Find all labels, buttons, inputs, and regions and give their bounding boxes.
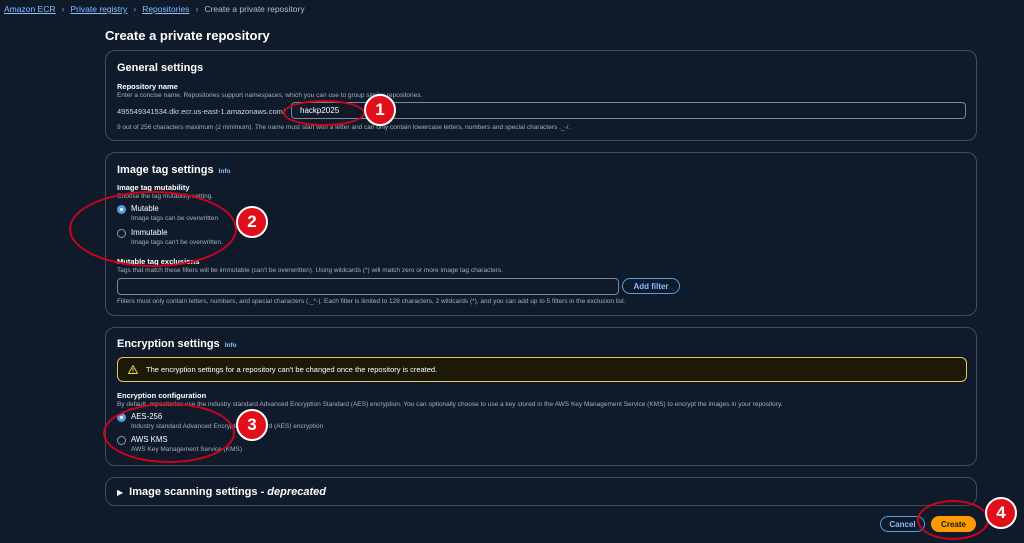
chevron-right-icon: › [195,4,199,14]
annotation-badge-3: 3 [236,409,268,441]
encryption-settings-panel: Encryption settings Info The encryption … [105,327,977,466]
image-tag-info-link[interactable]: Info [219,168,231,175]
tag-exclusions-desc: Tags that match these filters will be im… [117,267,503,274]
encryption-info-link[interactable]: Info [225,342,237,349]
page-title: Create a private repository [105,28,270,43]
encryption-config-label: Encryption configuration [117,391,207,400]
breadcrumb-amazon-ecr[interactable]: Amazon ECR [4,4,56,14]
add-filter-button[interactable]: Add filter [622,278,680,294]
image-scanning-panel[interactable]: ▶ Image scanning settings - deprecated [105,477,977,506]
chevron-right-icon: › [61,4,65,14]
encryption-warning-alert: The encryption settings for a repository… [117,357,967,382]
annotation-ellipse-4 [917,500,989,540]
general-settings-title: General settings [117,62,204,74]
image-tag-settings-header: Image tag settings Info [117,164,231,176]
encryption-settings-header: Encryption settings Info [117,338,237,350]
image-tag-settings-title: Image tag settings [117,164,214,176]
breadcrumb: Amazon ECR › Private registry › Reposito… [4,4,305,14]
general-settings-panel: General settings Repository name Enter a… [105,50,977,141]
breadcrumb-private-registry[interactable]: Private registry [71,4,128,14]
annotation-badge-2: 2 [236,206,268,238]
image-scanning-title: Image scanning settings - deprecated [129,486,326,498]
caret-right-icon: ▶ [117,488,124,497]
image-scanning-title-main: Image scanning settings - [129,486,268,498]
encryption-warning-text: The encryption settings for a repository… [146,365,438,374]
annotation-badge-1: 1 [364,94,396,126]
encryption-settings-title: Encryption settings [117,338,220,350]
annotation-badge-4: 4 [985,497,1017,529]
annotation-ellipse-2 [69,191,237,267]
annotation-ellipse-1 [283,100,365,126]
chevron-right-icon: › [133,4,137,14]
encryption-config-desc: By default, repositories use the industr… [117,401,783,408]
breadcrumb-current: Create a private repository [204,4,305,14]
repo-name-hint: 9 out of 256 characters maximum (2 minim… [117,124,571,131]
image-scanning-header[interactable]: ▶ Image scanning settings - deprecated [117,486,326,498]
annotation-ellipse-3 [103,403,235,463]
image-scanning-title-deprecated: deprecated [267,486,326,498]
registry-prefix: 495549341534.dkr.ecr.us-east-1.amazonaws… [117,107,286,116]
tag-exclusions-input[interactable] [117,278,619,295]
tag-exclusions-hint: Filters must only contain letters, numbe… [117,298,626,305]
warning-icon [128,365,138,374]
general-settings-header: General settings [117,62,203,74]
repo-name-label: Repository name [117,82,178,91]
breadcrumb-repositories[interactable]: Repositories [142,4,189,14]
